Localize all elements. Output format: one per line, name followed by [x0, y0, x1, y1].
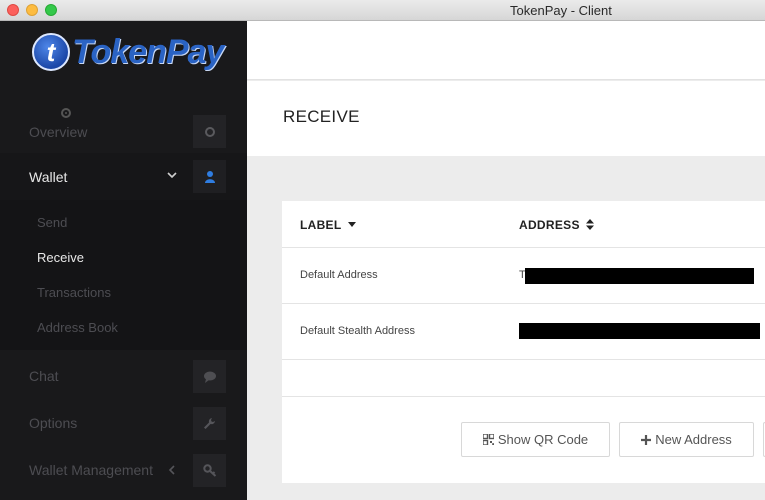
column-header-label[interactable]: LABEL	[300, 218, 356, 232]
divider	[282, 396, 765, 397]
sort-both-icon	[586, 219, 595, 230]
sidebar-item-options[interactable]: Options	[0, 399, 247, 445]
key-icon	[193, 454, 226, 487]
sidebar-item-label: Wallet Management	[29, 462, 153, 478]
sidebar-item-label: Wallet	[29, 169, 68, 185]
submenu-item-receive[interactable]: Receive	[37, 250, 84, 265]
table-row[interactable]: Default Address T	[282, 248, 765, 303]
sidebar-item-label: Overview	[29, 124, 88, 140]
chevron-down-icon	[166, 168, 178, 186]
sidebar: t TokenPay Overview Wallet Send Receive …	[0, 21, 247, 500]
tokenpay-logo-icon: t	[32, 33, 70, 71]
circle-icon	[193, 115, 226, 148]
main-content: RECEIVE LABEL ADDRESS Default Address T …	[247, 21, 765, 500]
sidebar-item-label: Options	[29, 415, 78, 431]
top-bar	[247, 21, 765, 80]
address-label: Default Address	[300, 269, 378, 281]
chevron-left-icon	[167, 463, 177, 481]
new-address-button[interactable]: New Address	[619, 422, 754, 457]
page-header: RECEIVE	[247, 81, 765, 156]
sidebar-item-chat[interactable]: Chat	[0, 352, 247, 398]
submenu-item-address-book[interactable]: Address Book	[37, 320, 118, 335]
divider	[282, 359, 765, 360]
user-icon	[193, 160, 226, 193]
sidebar-item-wallet[interactable]: Wallet	[0, 153, 247, 200]
wallet-submenu: Send Receive Transactions Address Book	[0, 200, 247, 350]
chat-bubble-icon	[193, 360, 226, 393]
window-title: TokenPay - Client	[510, 3, 612, 18]
page-title: RECEIVE	[283, 107, 360, 126]
tokenpay-logo[interactable]: t TokenPay	[32, 31, 232, 75]
address-label: Default Stealth Address	[300, 325, 415, 337]
table-row[interactable]: Default Stealth Address	[282, 304, 765, 359]
plus-icon	[641, 434, 652, 445]
sidebar-item-wallet-management[interactable]: Wallet Management	[0, 446, 247, 492]
sidebar-item-overview[interactable]: Overview	[0, 107, 247, 153]
sidebar-item-label: Chat	[29, 368, 59, 384]
redacted-address	[519, 323, 760, 339]
wrench-icon	[193, 407, 226, 440]
column-header-address[interactable]: ADDRESS	[519, 218, 595, 232]
show-qr-code-button[interactable]: Show QR Code	[461, 422, 610, 457]
address-table-card: LABEL ADDRESS Default Address T Default …	[282, 201, 765, 483]
submenu-item-transactions[interactable]: Transactions	[37, 285, 111, 300]
qr-code-icon	[482, 434, 494, 445]
submenu-item-send[interactable]: Send	[37, 215, 67, 230]
window-titlebar: TokenPay - Client	[0, 0, 765, 21]
sort-caret-down-icon	[347, 222, 356, 227]
redacted-address	[525, 268, 754, 284]
tokenpay-logo-text: TokenPay	[72, 33, 224, 71]
